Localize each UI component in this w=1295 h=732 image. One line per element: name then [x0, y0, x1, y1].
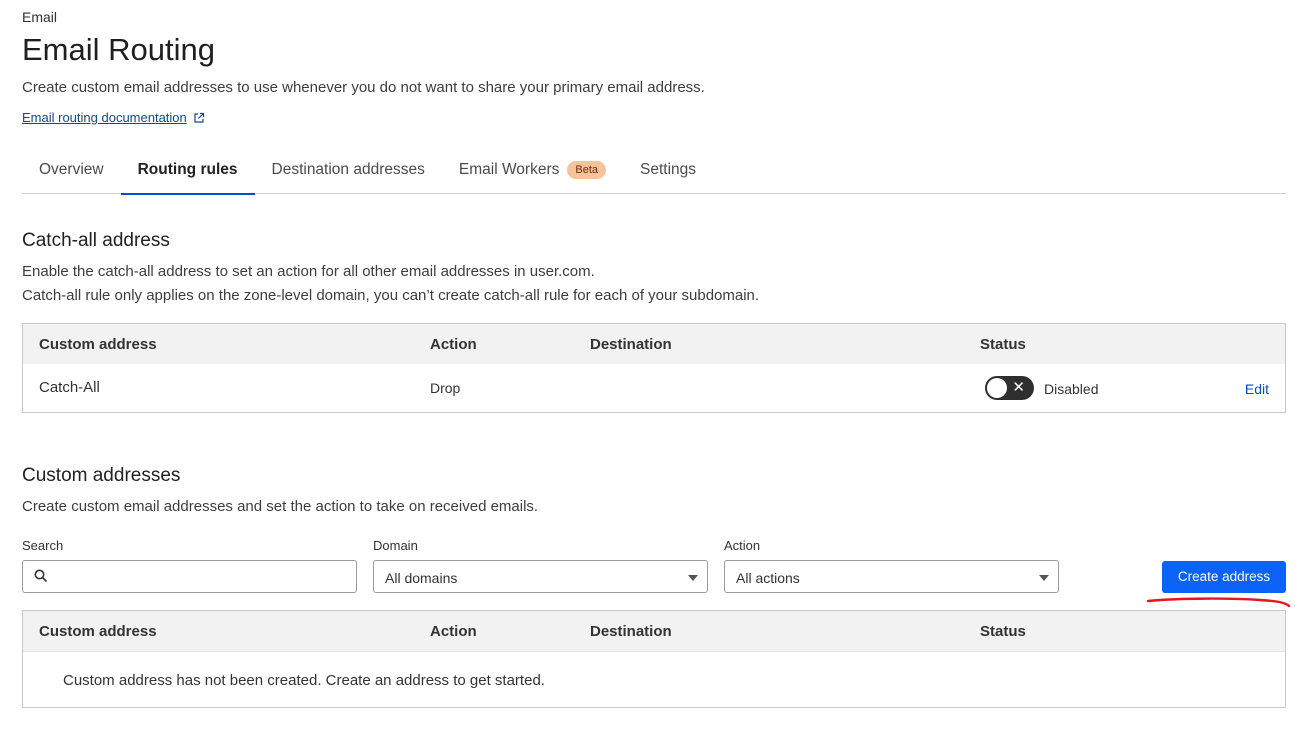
catch-all-toggle[interactable]: ✕	[985, 376, 1034, 400]
empty-state-message: Custom address has not been created. Cre…	[63, 672, 545, 689]
create-address-button[interactable]: Create address	[1162, 561, 1286, 593]
tab-destination-addresses-label: Destination addresses	[271, 161, 425, 178]
page-description: Create custom email addresses to use whe…	[22, 79, 705, 96]
tab-bar: Overview Routing rules Destination addre…	[22, 152, 1286, 195]
documentation-link-label: Email routing documentation	[22, 110, 187, 125]
column-header-status: Status	[980, 623, 1026, 640]
chevron-down-icon	[688, 575, 698, 581]
tab-overview-label: Overview	[39, 161, 104, 178]
section-label: Email	[22, 9, 58, 25]
action-select[interactable]: All actions	[724, 560, 1059, 593]
tab-destination-addresses[interactable]: Destination addresses	[255, 152, 442, 194]
edit-link[interactable]: Edit	[1245, 381, 1269, 397]
beta-badge: Beta	[567, 161, 606, 179]
column-header-custom-address: Custom address	[39, 623, 157, 640]
tab-email-workers[interactable]: Email Workers Beta	[442, 152, 623, 194]
custom-addresses-table: Custom address Action Destination Status…	[22, 610, 1286, 708]
column-header-destination: Destination	[590, 623, 672, 640]
domain-select[interactable]: All domains	[373, 560, 708, 593]
search-input[interactable]	[23, 561, 356, 592]
search-field	[22, 560, 357, 593]
custom-addresses-description: Create custom email addresses and set th…	[22, 498, 539, 515]
page-title: Email Routing	[22, 32, 215, 67]
documentation-link[interactable]: Email routing documentation	[22, 110, 205, 125]
row-status: Disabled	[1044, 381, 1099, 397]
column-header-action: Action	[430, 336, 477, 353]
search-icon	[34, 569, 48, 583]
catch-all-table: Custom address Action Destination Status…	[22, 323, 1286, 413]
catch-all-description: Enable the catch-all address to set an a…	[22, 263, 595, 280]
tab-settings-label: Settings	[640, 161, 697, 178]
action-label: Action	[724, 538, 761, 553]
domain-label: Domain	[373, 538, 418, 553]
empty-state-row: Custom address has not been created. Cre…	[23, 651, 1285, 707]
row-address: Catch-All	[39, 379, 100, 396]
table-row: Catch-All Drop ✕ Disabled Edit	[23, 364, 1285, 412]
red-underline-annotation	[1146, 597, 1291, 608]
catch-all-note: Catch-all rule only applies on the zone-…	[22, 287, 760, 304]
tab-settings[interactable]: Settings	[623, 152, 713, 194]
chevron-down-icon	[1039, 575, 1049, 581]
action-select-value: All actions	[736, 570, 800, 586]
column-header-destination: Destination	[590, 336, 672, 353]
row-action: Drop	[430, 380, 461, 396]
table-header: Custom address Action Destination Status	[23, 324, 1285, 364]
close-icon: ✕	[1012, 379, 1025, 396]
table-header: Custom address Action Destination Status	[23, 611, 1285, 651]
column-header-status: Status	[980, 336, 1026, 353]
column-header-custom-address: Custom address	[39, 336, 157, 353]
column-header-action: Action	[430, 623, 477, 640]
tab-routing-rules-label: Routing rules	[137, 161, 238, 178]
search-label: Search	[22, 538, 64, 553]
catch-all-heading: Catch-all address	[22, 230, 170, 251]
tab-email-workers-label: Email Workers	[458, 161, 560, 178]
external-link-icon	[194, 112, 204, 123]
tab-routing-rules[interactable]: Routing rules	[120, 152, 255, 195]
custom-addresses-heading: Custom addresses	[22, 465, 181, 486]
tab-overview[interactable]: Overview	[22, 152, 121, 194]
toggle-knob	[987, 378, 1007, 398]
domain-select-value: All domains	[385, 570, 458, 586]
